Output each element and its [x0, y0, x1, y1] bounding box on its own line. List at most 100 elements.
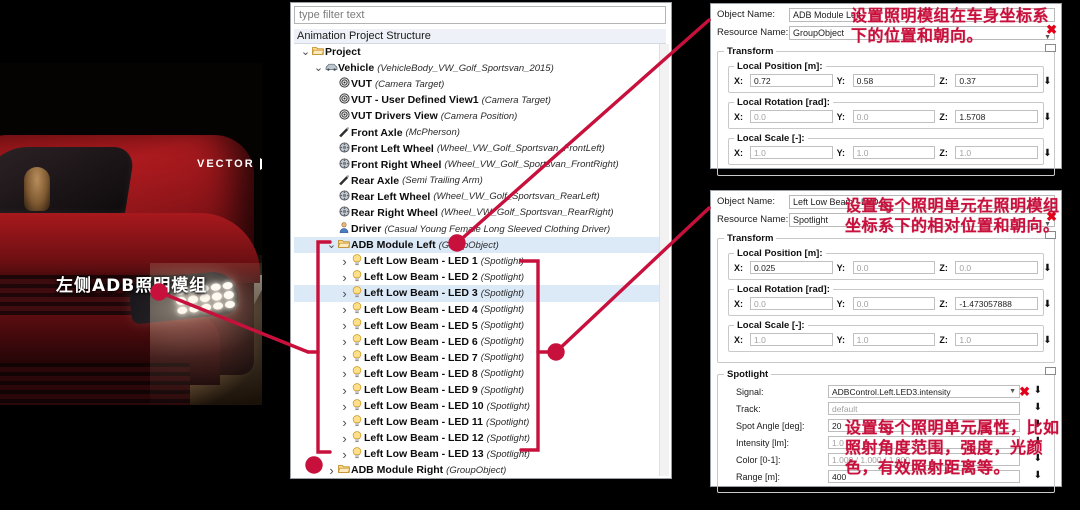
twisty-placeholder: · [326, 80, 337, 89]
chevron-right-icon[interactable]: › [326, 463, 337, 476]
tree-row[interactable]: › Left Low Beam - LED 13 (Spotlight) [294, 446, 666, 462]
transform-subgroup: Local Rotation [rad]: X: 0.0 Y: 0.0 Z: 1.5708 ⬇ [728, 97, 1052, 129]
tree-row[interactable]: · Front Axle(McPherson) [294, 124, 666, 140]
tree-row[interactable]: · VUT(Camera Target) [294, 76, 666, 92]
tree-row[interactable]: · Rear Left Wheel(Wheel_VW_Golf_Sportsvan… [294, 189, 666, 205]
tree-list[interactable]: ⌄ Project ⌄ Vehicle (VehicleBody_VW_Golf_Spo… [294, 44, 666, 476]
axis-value-field[interactable]: 0.0 [750, 110, 833, 123]
signal-link-icon[interactable]: ⬇ [1034, 386, 1042, 396]
axis-value-field[interactable]: 0.0 [852, 297, 936, 310]
axis-value-field[interactable]: 1.0 [955, 146, 1039, 159]
subgroup-legend: Local Position [m]: [737, 61, 823, 72]
tree-row[interactable]: › ADB Module Right (GroupObject) [294, 462, 666, 476]
signal-link-icon[interactable]: ⬇ [1043, 299, 1052, 310]
axis-value-field[interactable]: 0.0 [852, 110, 936, 123]
tree-row[interactable]: › Left Low Beam - LED 2 (Spotlight) [294, 269, 666, 285]
resource-name-label: Resource Name: [717, 214, 789, 225]
chevron-right-icon[interactable]: › [339, 399, 350, 414]
signal-link-icon[interactable]: ⬇ [1034, 403, 1042, 413]
chevron-down-icon[interactable]: ⌄ [313, 63, 324, 74]
twisty-placeholder: · [326, 176, 337, 185]
tree-row-resource: (Spotlight) [486, 400, 530, 412]
tree-row-resource: (Spotlight) [480, 255, 525, 267]
tree-row[interactable]: › Left Low Beam - LED 6 (Spotlight) [294, 334, 666, 350]
axis-label: Z: [939, 75, 948, 86]
tree-row[interactable]: › Left Low Beam - LED 8 (Spotlight) [294, 366, 666, 382]
tree-row[interactable]: › Left Low Beam - LED 1 (Spotlight) [294, 253, 666, 269]
chevron-right-icon[interactable]: › [339, 366, 350, 381]
tree-row[interactable]: · Front Left Wheel(Wheel_VW_Golf_Sportsva… [294, 141, 666, 157]
axis-value-field[interactable]: -1.473057888 [955, 297, 1039, 310]
chevron-right-icon[interactable]: › [339, 350, 350, 365]
axis-value-field[interactable]: 0.025 [750, 261, 833, 274]
chevron-right-icon[interactable]: › [339, 318, 350, 333]
tree-row[interactable]: · VUT Drivers View(Camera Position) [294, 108, 666, 124]
tree-row[interactable]: · Rear Axle(Semi Trailing Arm) [294, 173, 666, 189]
tree-row[interactable]: · VUT - User Defined View1(Camera Target) [294, 92, 666, 108]
chevron-down-icon[interactable]: ⌄ [300, 47, 311, 58]
tree-row-resource: (Wheel_VW_Golf_Sportsvan_FrontLeft) [436, 143, 605, 155]
axis-value-field[interactable]: 0.0 [955, 261, 1039, 274]
tree-row[interactable]: › Left Low Beam - LED 10 (Spotlight) [294, 398, 666, 414]
axis-value-field[interactable]: 1.0 [750, 146, 833, 159]
chevron-down-icon[interactable]: ▼ [1009, 388, 1016, 395]
chevron-right-icon[interactable]: › [339, 431, 350, 446]
chevron-right-icon[interactable]: › [339, 302, 350, 317]
axis-value-field[interactable]: 0.0 [750, 297, 833, 310]
signal-link-icon[interactable]: ⬇ [1043, 263, 1052, 274]
axis-value-field[interactable]: 0.37 [955, 74, 1039, 87]
tree-row[interactable]: › Left Low Beam - LED 12 (Spotlight) [294, 430, 666, 446]
chevron-right-icon[interactable]: › [339, 334, 350, 349]
chevron-right-icon[interactable]: › [339, 415, 350, 430]
chevron-right-icon[interactable]: › [339, 270, 350, 285]
tree-row[interactable]: · Front Right Wheel(Wheel_VW_Golf_Sportsv… [294, 157, 666, 173]
chevron-down-icon[interactable]: ⌄ [326, 240, 337, 251]
axis-value-field[interactable]: 1.0 [750, 333, 833, 346]
axle-icon [337, 174, 351, 188]
signal-link-icon[interactable]: ⬇ [1043, 76, 1052, 87]
wheel-icon [337, 190, 351, 204]
axis-value-field[interactable]: 1.0 [852, 333, 936, 346]
bulb-icon [350, 350, 364, 365]
axis-value-field[interactable]: 0.72 [750, 74, 833, 87]
bulb-icon [350, 254, 364, 269]
axis-value-field[interactable]: 0.0 [852, 261, 936, 274]
tree-row[interactable]: › Left Low Beam - LED 9 (Spotlight) [294, 382, 666, 398]
axis-value-field[interactable]: 1.0 [955, 333, 1039, 346]
spotlight-property-field[interactable]: default [828, 402, 1020, 415]
tree-vertical-scrollbar[interactable] [659, 44, 669, 476]
signal-link-icon[interactable]: ⬇ [1043, 112, 1052, 123]
chevron-right-icon[interactable]: › [339, 254, 350, 269]
bulb-icon [350, 431, 364, 446]
tree-row[interactable]: · Rear Right Wheel(Wheel_VW_Golf_Sportsva… [294, 205, 666, 221]
tree-row-label: VUT [351, 78, 372, 91]
tree-row[interactable]: ⌄ ADB Module Left (GroupObject) [294, 237, 666, 254]
collapse-spotlight-icon[interactable] [1045, 367, 1056, 375]
chevron-right-icon[interactable]: › [339, 447, 350, 462]
signal-link-icon[interactable]: ⬇ [1043, 148, 1052, 159]
tree-row[interactable]: › Left Low Beam - LED 4 (Spotlight) [294, 302, 666, 318]
tree-row[interactable]: › Left Low Beam - LED 7 (Spotlight) [294, 350, 666, 366]
driver-figure [24, 167, 50, 211]
tree-row[interactable]: ⌄ Project [294, 44, 666, 60]
axis-value-field[interactable]: 0.58 [852, 74, 936, 87]
clear-signal-icon[interactable]: ✖ [1019, 385, 1030, 398]
signal-link-icon[interactable]: ⬇ [1043, 335, 1052, 346]
vector-logo: VECTOR [197, 158, 262, 170]
chevron-right-icon[interactable]: › [339, 383, 350, 398]
filter-input[interactable]: type filter text [294, 6, 666, 24]
tree-row[interactable]: › Left Low Beam - LED 3 (Spotlight) [294, 285, 666, 302]
tree-row-label: Front Left Wheel [351, 142, 434, 155]
tree-row[interactable]: › Left Low Beam - LED 5 (Spotlight) [294, 318, 666, 334]
bulb-icon [350, 286, 364, 301]
tree-row[interactable]: › Left Low Beam - LED 11 (Spotlight) [294, 414, 666, 430]
tree-row[interactable]: · Driver(Casual Young Female Long Sleeved… [294, 221, 666, 237]
tree-row-resource: (Wheel_VW_Golf_Sportsvan_FrontRight) [444, 159, 619, 171]
spotlight-property-field[interactable]: ADBControl.Left.LED3.intensity [828, 385, 1020, 398]
axis-value-field[interactable]: 1.5708 [955, 110, 1039, 123]
tree-row[interactable]: ⌄ Vehicle (VehicleBody_VW_Golf_Sportsvan_2… [294, 60, 666, 76]
tree-row-label: Front Axle [351, 126, 403, 139]
axis-value-field[interactable]: 1.0 [852, 146, 936, 159]
vehicle-photo: VECTOR 左侧ADB照明模组 [0, 63, 262, 405]
chevron-right-icon[interactable]: › [339, 286, 350, 301]
